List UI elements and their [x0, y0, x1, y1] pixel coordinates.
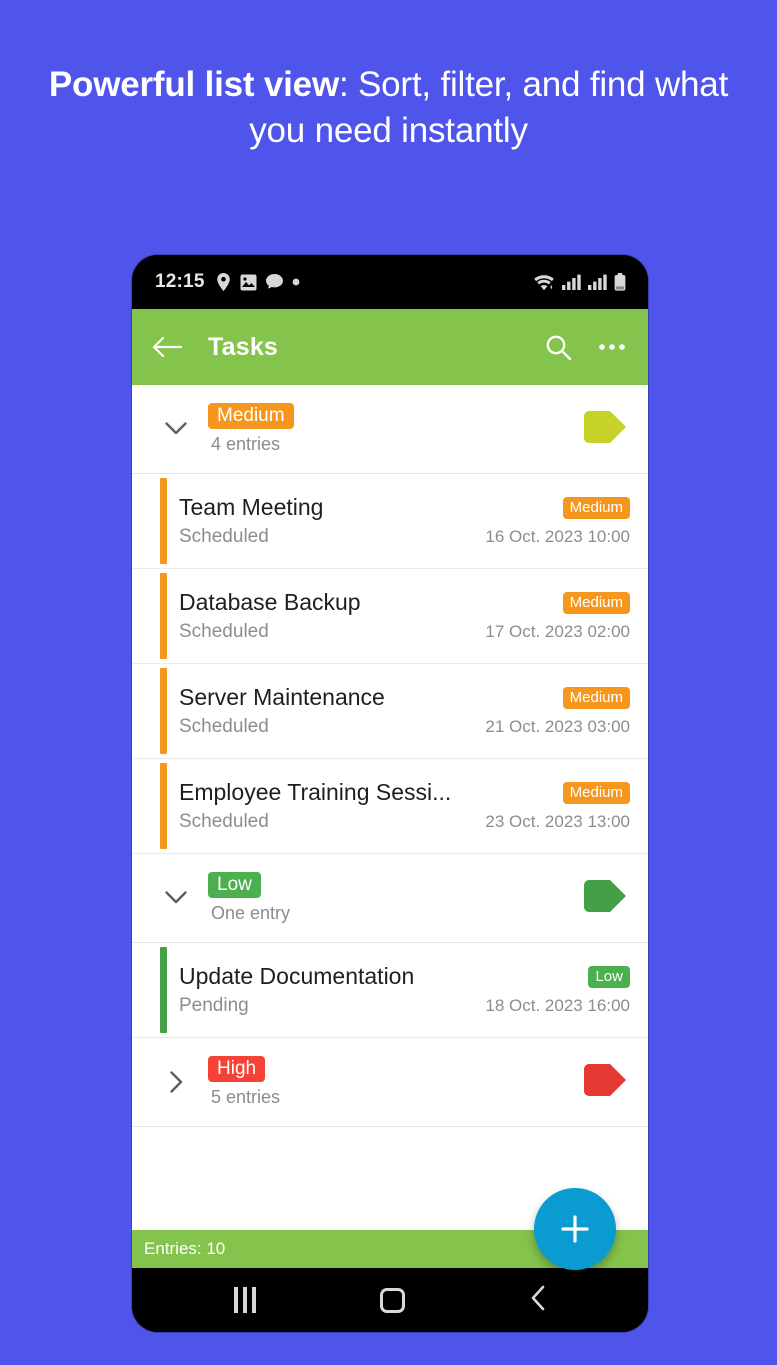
task-status: Pending: [179, 995, 249, 1016]
signal-icon: [562, 274, 581, 290]
row-primary-line: Update Documentation Low: [179, 963, 630, 990]
chevron-down-icon[interactable]: [162, 891, 190, 905]
group-label-block: Medium 4 entries: [208, 402, 294, 456]
row-secondary-line: Pending 18 Oct. 2023 16:00: [179, 995, 630, 1017]
group-header-medium[interactable]: Medium 4 entries: [132, 385, 648, 474]
battery-icon: [614, 273, 626, 291]
group-tag-icon: [582, 410, 628, 449]
group-entry-count: 4 entries: [211, 434, 281, 455]
promo-screenshot-page: Powerful list view: Sort, filter, and fi…: [0, 0, 777, 1365]
task-status: Scheduled: [179, 621, 269, 642]
row-secondary-line: Scheduled 21 Oct. 2023 03:00: [179, 716, 630, 738]
task-priority-badge: Medium: [562, 781, 630, 804]
row-primary-line: Server Maintenance Medium: [179, 684, 630, 711]
page-title: Tasks: [208, 332, 279, 361]
back-arrow-icon[interactable]: [152, 335, 182, 359]
promo-headline: Powerful list view: Sort, filter, and fi…: [0, 62, 777, 154]
location-pin-icon: [216, 273, 231, 291]
table-row[interactable]: Employee Training Sessi... Medium Schedu…: [132, 759, 648, 854]
priority-accent-bar: [160, 947, 167, 1033]
chat-bubble-icon: [265, 274, 283, 290]
row-secondary-line: Scheduled 16 Oct. 2023 10:00: [179, 526, 630, 548]
overflow-menu-icon[interactable]: [598, 343, 626, 351]
status-bar-system-icons: [533, 273, 626, 291]
add-task-fab[interactable]: [534, 1188, 616, 1270]
task-datetime: 17 Oct. 2023 02:00: [485, 622, 630, 641]
task-datetime: 21 Oct. 2023 03:00: [485, 717, 630, 736]
row-secondary-line: Scheduled 23 Oct. 2023 13:00: [179, 811, 630, 833]
table-row[interactable]: Server Maintenance Medium Scheduled 21 O…: [132, 664, 648, 759]
row-primary-line: Database Backup Medium: [179, 589, 630, 616]
task-title: Employee Training Sessi...: [179, 779, 452, 805]
task-title: Database Backup: [179, 589, 361, 615]
group-priority-badge: Medium: [208, 402, 294, 430]
entries-count-label: Entries: 10: [144, 1239, 226, 1258]
task-title: Server Maintenance: [179, 684, 385, 710]
group-label-block: Low One entry: [208, 871, 291, 925]
status-bar-clock: 12:15: [155, 271, 205, 292]
table-row[interactable]: Database Backup Medium Scheduled 17 Oct.…: [132, 569, 648, 664]
android-status-bar: 12:15: [132, 255, 648, 309]
task-title: Team Meeting: [179, 494, 324, 520]
task-status: Scheduled: [179, 716, 269, 737]
group-header-low[interactable]: Low One entry: [132, 854, 648, 943]
chevron-down-icon[interactable]: [162, 422, 190, 436]
row-primary-line: Team Meeting Medium: [179, 494, 630, 521]
app-bar: Tasks: [132, 309, 648, 385]
row-primary-line: Employee Training Sessi... Medium: [179, 779, 630, 806]
task-priority-badge: Low: [588, 965, 630, 988]
image-icon: [240, 274, 257, 291]
group-entry-count: 5 entries: [211, 1087, 281, 1108]
task-priority-badge: Medium: [562, 591, 630, 614]
search-icon[interactable]: [545, 334, 572, 361]
task-priority-badge: Medium: [562, 686, 630, 709]
signal-icon: [588, 274, 607, 290]
wifi-icon: [533, 274, 555, 291]
task-datetime: 23 Oct. 2023 13:00: [485, 812, 630, 831]
group-priority-badge: Low: [208, 871, 261, 899]
group-tag-icon: [582, 879, 628, 918]
task-list[interactable]: Medium 4 entries Team Meeting Medium Sch…: [132, 385, 648, 1230]
promo-headline-bold: Powerful list view: [48, 65, 339, 104]
phone-frame: 12:15 Tasks Medium 4 entries Team Meetin…: [132, 255, 648, 1332]
dot-icon: [292, 278, 300, 286]
group-priority-badge: High: [208, 1055, 266, 1083]
group-label-block: High 5 entries: [208, 1055, 281, 1109]
priority-accent-bar: [160, 763, 167, 849]
task-datetime: 18 Oct. 2023 16:00: [485, 996, 630, 1015]
group-entry-count: One entry: [211, 903, 291, 924]
priority-accent-bar: [160, 668, 167, 754]
status-bar-notification-icons: [216, 273, 300, 291]
row-secondary-line: Scheduled 17 Oct. 2023 02:00: [179, 621, 630, 643]
back-chevron-icon[interactable]: [530, 1285, 546, 1316]
priority-accent-bar: [160, 478, 167, 564]
group-header-high[interactable]: High 5 entries: [132, 1038, 648, 1127]
table-row[interactable]: Update Documentation Low Pending 18 Oct.…: [132, 943, 648, 1038]
table-row[interactable]: Team Meeting Medium Scheduled 16 Oct. 20…: [132, 474, 648, 569]
task-title: Update Documentation: [179, 963, 415, 989]
priority-accent-bar: [160, 573, 167, 659]
task-status: Scheduled: [179, 526, 269, 547]
home-icon[interactable]: [380, 1287, 406, 1313]
plus-icon: [561, 1215, 589, 1243]
android-nav-bar: [132, 1268, 648, 1332]
recents-icon[interactable]: [234, 1287, 257, 1313]
task-priority-badge: Medium: [562, 496, 630, 519]
group-tag-icon: [582, 1063, 628, 1102]
task-datetime: 16 Oct. 2023 10:00: [485, 527, 630, 546]
chevron-right-icon[interactable]: [162, 1071, 190, 1093]
task-status: Scheduled: [179, 811, 269, 832]
